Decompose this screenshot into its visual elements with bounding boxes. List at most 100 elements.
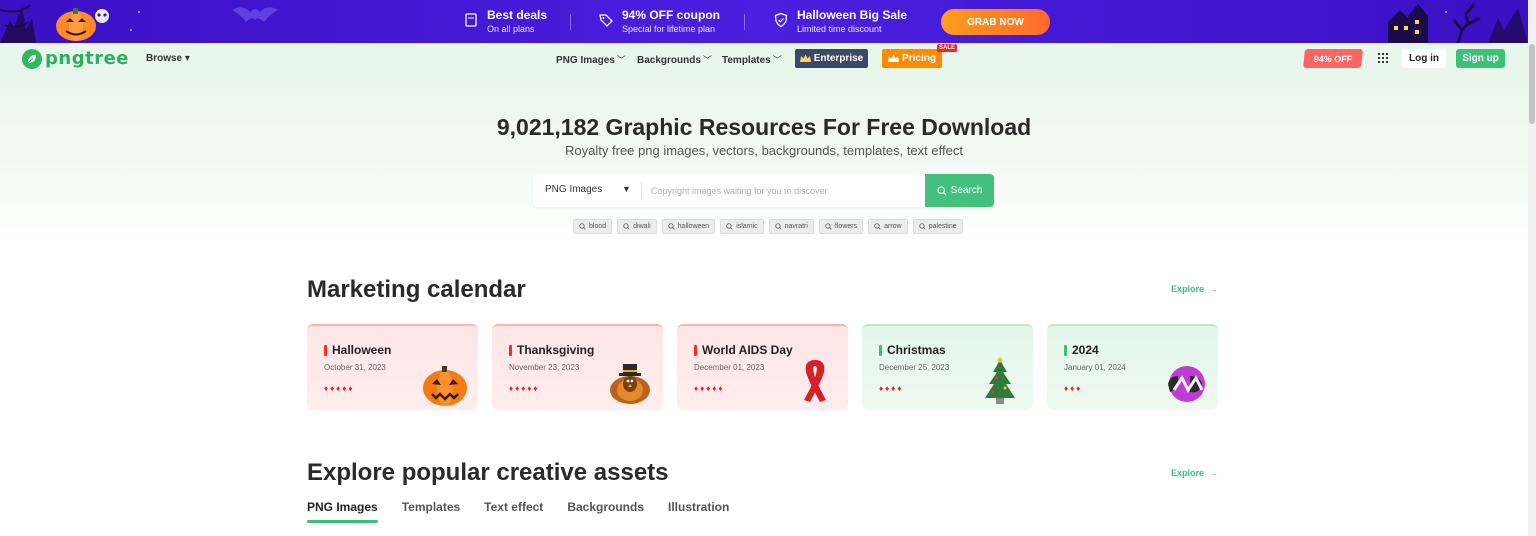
search-tag[interactable]: halloween	[661, 219, 716, 234]
scrollbar-thumb[interactable]	[1529, 44, 1535, 124]
card-date: December 25, 2023	[879, 363, 950, 372]
calendar-card-thanksgiving[interactable]: Thanksgiving November 23, 2023 ♦♦♦♦♦	[492, 324, 663, 410]
tag-label: islamic	[736, 223, 758, 230]
search-tag[interactable]: islamic	[720, 219, 764, 234]
calendar-card-world-aids-day[interactable]: World AIDS Day December 01, 2023 ♦♦♦♦♦	[677, 324, 848, 410]
promo-coupon: 94% OFF coupon Special for lifetime plan	[598, 8, 720, 35]
shield-icon	[774, 12, 788, 28]
promo-title: Best deals	[487, 8, 548, 22]
pricing-label: Pricing	[902, 53, 936, 64]
card-title-text: Halloween	[332, 343, 392, 357]
nav-png-images[interactable]: PNG Images ﹀	[556, 53, 626, 66]
arrow-right-icon: →	[1209, 284, 1219, 294]
pngtree-logo[interactable]: pngtree	[22, 48, 129, 69]
search-icon	[874, 223, 881, 230]
card-accent-bar	[509, 344, 512, 356]
search-type-select[interactable]: PNG Images	[545, 184, 602, 195]
assets-explore-link[interactable]: Explore →	[1171, 468, 1218, 478]
search-icon	[726, 223, 733, 230]
crown-icon	[888, 54, 900, 62]
card-title-text: World AIDS Day	[702, 343, 793, 357]
explore-label: Explore	[1171, 468, 1205, 478]
promo-halloween-sale: Halloween Big Sale Limited time discount	[773, 8, 907, 35]
card-title: Christmas	[879, 343, 946, 357]
page-scrollbar[interactable]	[1528, 0, 1536, 536]
halloween-pumpkin-decoration-icon	[0, 4, 140, 43]
browse-menu[interactable]: Browse ▾	[146, 53, 190, 64]
search-tag[interactable]: flowers	[818, 219, 864, 234]
card-rating: ♦♦♦	[1064, 384, 1083, 393]
nav-templates[interactable]: Templates ﹀	[722, 53, 782, 66]
card-title: Thanksgiving	[509, 343, 594, 357]
promo-subtitle: On all plans	[487, 24, 535, 34]
calendar-card-christmas[interactable]: Christmas December 25, 2023 ♦♦♦♦	[862, 324, 1033, 410]
caret-down-icon[interactable]: ▼	[622, 184, 631, 194]
pricing-button[interactable]: Pricing	[882, 49, 942, 68]
card-rating: ♦♦♦♦♦	[509, 384, 540, 393]
promo-banner: Best deals On all plans 94% OFF coupon S…	[0, 0, 1528, 43]
tag-label: halloween	[677, 223, 710, 230]
search-tag[interactable]: navratri	[768, 219, 814, 234]
grab-now-button[interactable]: GRAB NOW	[941, 9, 1050, 35]
logo-text: pngtree	[45, 48, 129, 69]
crown-icon	[799, 54, 811, 62]
nav-backgrounds[interactable]: Backgrounds ﹀	[637, 53, 712, 66]
turkey-icon	[610, 364, 650, 404]
discount-badge[interactable]: 94% OFF	[1303, 49, 1363, 68]
card-title-text: Christmas	[887, 343, 946, 357]
tag-label: flowers	[834, 223, 858, 230]
search-icon	[579, 223, 586, 230]
tab-illustration[interactable]: Illustration	[668, 500, 729, 523]
search-icon	[825, 223, 832, 230]
search-icon	[774, 223, 782, 230]
search-tag[interactable]: blood	[573, 219, 613, 234]
login-button[interactable]: Log in	[1402, 49, 1446, 68]
search-icon	[937, 185, 947, 195]
enterprise-button[interactable]: Enterprise	[795, 49, 868, 68]
promo-best-deals: Best deals On all plans	[463, 8, 547, 35]
tab-backgrounds[interactable]: Backgrounds	[567, 500, 644, 523]
promo-divider	[744, 14, 745, 30]
section-title-popular-assets: Explore popular creative assets	[307, 459, 669, 486]
new-year-2024-icon	[1168, 366, 1205, 402]
card-rating: ♦♦♦♦♦	[694, 384, 725, 393]
calendar-card-halloween[interactable]: Halloween October 31, 2023 ♦♦♦♦♦	[307, 324, 478, 410]
card-title: World AIDS Day	[694, 343, 793, 357]
tag-label: navratri	[784, 223, 808, 230]
top-navigation: pngtree Browse ▾ PNG Images ﹀ Backgrounds…	[0, 43, 1528, 75]
nav-link-label: PNG Images	[556, 55, 615, 66]
card-title: Halloween	[324, 343, 391, 357]
search-icon	[918, 223, 926, 230]
search-input[interactable]	[651, 181, 921, 200]
tag-label: arrow	[884, 223, 902, 230]
leaf-logo-icon	[22, 48, 42, 69]
tab-png-images[interactable]: PNG Images	[307, 500, 378, 523]
tag-label: blood	[589, 223, 607, 230]
calendar-card-2024[interactable]: 2024 January 01, 2024 ♦♦♦	[1047, 324, 1218, 410]
promo-subtitle: Special for lifetime plan	[622, 24, 716, 34]
search-button[interactable]: Search	[925, 174, 994, 207]
search-divider	[641, 182, 642, 199]
chevron-down-icon: ﹀	[702, 55, 712, 65]
card-date: December 01, 2023	[694, 363, 765, 372]
search-tag[interactable]: diwali	[617, 219, 657, 234]
tag-label: palestine	[928, 223, 957, 230]
card-date: October 31, 2023	[324, 363, 386, 372]
page-title: 9,021,182 Graphic Resources For Free Dow…	[496, 114, 1032, 140]
search-tag[interactable]: palestine	[912, 219, 963, 234]
calendar-explore-link[interactable]: Explore →	[1171, 284, 1218, 294]
card-title: 2024	[1064, 343, 1099, 357]
card-date: November 23, 2023	[509, 363, 580, 372]
search-tag[interactable]: arrow	[868, 219, 908, 234]
browse-label: Browse	[146, 53, 183, 64]
apps-grid-icon[interactable]	[1378, 53, 1388, 63]
signup-button[interactable]: Sign up	[1456, 49, 1505, 68]
promo-title: 94% OFF coupon	[622, 8, 721, 22]
promo-divider	[570, 14, 571, 30]
sale-badge: SALE	[937, 44, 958, 52]
tab-text-effect[interactable]: Text effect	[484, 500, 543, 523]
haunted-house-decoration-icon	[1388, 3, 1528, 43]
tab-templates[interactable]: Templates	[402, 500, 460, 523]
christmas-tree-icon	[985, 357, 1015, 404]
card-accent-bar	[324, 344, 327, 356]
